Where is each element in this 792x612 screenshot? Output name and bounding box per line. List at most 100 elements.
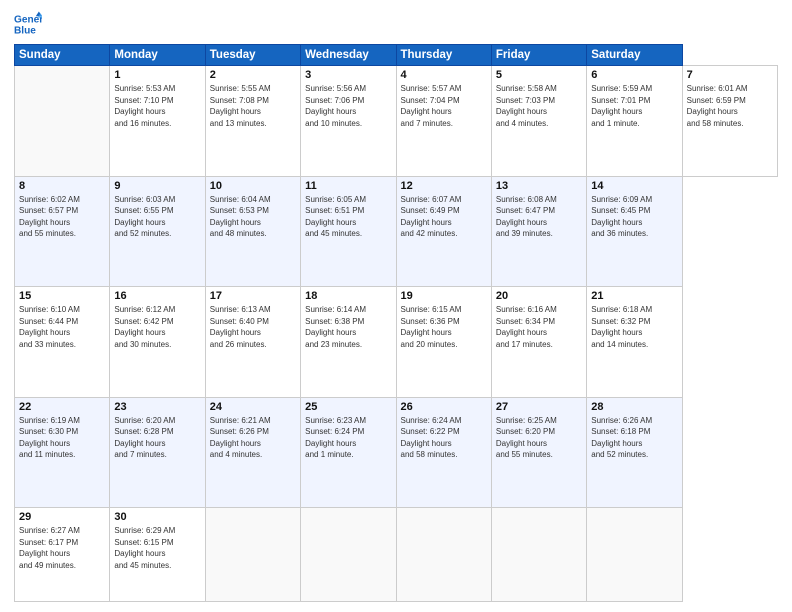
day-info: Sunrise: 5:57 AMSunset: 7:04 PMDaylight …: [401, 84, 462, 128]
day-info: Sunrise: 6:02 AMSunset: 6:57 PMDaylight …: [19, 195, 80, 239]
day-number: 15: [19, 290, 105, 302]
day-cell-18: 18Sunrise: 6:14 AMSunset: 6:38 PMDayligh…: [301, 287, 396, 398]
day-info: Sunrise: 6:19 AMSunset: 6:30 PMDaylight …: [19, 416, 80, 460]
day-cell-24: 24 Sunrise: 6:21 AMSunset: 6:26 PMDayligh…: [205, 397, 300, 508]
calendar-table: SundayMondayTuesdayWednesdayThursdayFrid…: [14, 44, 778, 602]
day-cell-28: 28 Sunrise: 6:26 AMSunset: 6:18 PMDayligh…: [587, 397, 682, 508]
day-number: 5: [496, 69, 582, 81]
day-info: Sunrise: 6:18 AMSunset: 6:32 PMDaylight …: [591, 305, 652, 349]
day-cell-11: 11 Sunrise: 6:05 AMSunset: 6:51 PMDayligh…: [301, 176, 396, 287]
weekday-header-monday: Monday: [110, 45, 205, 66]
day-number: 9: [114, 180, 200, 192]
empty-cell: [15, 66, 110, 177]
day-cell-20: 20 Sunrise: 6:16 AMSunset: 6:34 PMDayligh…: [491, 287, 586, 398]
day-cell-30: 30 Sunrise: 6:29 AMSunset: 6:15 PMDayligh…: [110, 508, 205, 602]
day-number: 19: [401, 290, 487, 302]
logo: General Blue: [14, 10, 42, 38]
day-info: Sunrise: 6:21 AMSunset: 6:26 PMDaylight …: [210, 416, 271, 460]
day-cell-9: 9 Sunrise: 6:03 AMSunset: 6:55 PMDaylight…: [110, 176, 205, 287]
day-number: 17: [210, 290, 296, 302]
header: General Blue: [14, 10, 778, 38]
day-info: Sunrise: 6:20 AMSunset: 6:28 PMDaylight …: [114, 416, 175, 460]
week-row-2: 8 Sunrise: 6:02 AMSunset: 6:57 PMDaylight…: [15, 176, 778, 287]
day-cell-8: 8 Sunrise: 6:02 AMSunset: 6:57 PMDaylight…: [15, 176, 110, 287]
day-info: Sunrise: 6:12 AMSunset: 6:42 PMDaylight …: [114, 305, 175, 349]
day-cell-12: 12 Sunrise: 6:07 AMSunset: 6:49 PMDayligh…: [396, 176, 491, 287]
week-row-3: 15 Sunrise: 6:10 AMSunset: 6:44 PMDayligh…: [15, 287, 778, 398]
day-info: Sunrise: 6:10 AMSunset: 6:44 PMDaylight …: [19, 305, 80, 349]
weekday-header-sunday: Sunday: [15, 45, 110, 66]
day-cell-5: 5 Sunrise: 5:58 AMSunset: 7:03 PMDaylight…: [491, 66, 586, 177]
day-number: 4: [401, 69, 487, 81]
week-row-4: 22 Sunrise: 6:19 AMSunset: 6:30 PMDayligh…: [15, 397, 778, 508]
day-info: Sunrise: 6:29 AMSunset: 6:15 PMDaylight …: [114, 526, 175, 570]
day-info: Sunrise: 6:27 AMSunset: 6:17 PMDaylight …: [19, 526, 80, 570]
day-info: Sunrise: 6:03 AMSunset: 6:55 PMDaylight …: [114, 195, 175, 239]
day-number: 22: [19, 401, 105, 413]
day-cell-3: 3 Sunrise: 5:56 AMSunset: 7:06 PMDaylight…: [301, 66, 396, 177]
weekday-header-friday: Friday: [491, 45, 586, 66]
day-number: 25: [305, 401, 391, 413]
day-cell-25: 25 Sunrise: 6:23 AMSunset: 6:24 PMDayligh…: [301, 397, 396, 508]
day-cell-10: 10Sunrise: 6:04 AMSunset: 6:53 PMDayligh…: [205, 176, 300, 287]
day-number: 3: [305, 69, 391, 81]
day-number: 11: [305, 180, 391, 192]
day-cell-6: 6Sunrise: 5:59 AMSunset: 7:01 PMDaylight…: [587, 66, 682, 177]
day-info: Sunrise: 6:26 AMSunset: 6:18 PMDaylight …: [591, 416, 652, 460]
empty-cell: [491, 508, 586, 602]
day-cell-13: 13 Sunrise: 6:08 AMSunset: 6:47 PMDayligh…: [491, 176, 586, 287]
day-info: Sunrise: 6:23 AMSunset: 6:24 PMDaylight …: [305, 416, 366, 460]
day-info: Sunrise: 5:56 AMSunset: 7:06 PMDaylight …: [305, 84, 366, 128]
day-cell-19: 19 Sunrise: 6:15 AMSunset: 6:36 PMDayligh…: [396, 287, 491, 398]
day-number: 2: [210, 69, 296, 81]
day-cell-22: 22 Sunrise: 6:19 AMSunset: 6:30 PMDayligh…: [15, 397, 110, 508]
day-info: Sunrise: 5:53 AMSunset: 7:10 PMDaylight …: [114, 84, 175, 128]
weekday-header-thursday: Thursday: [396, 45, 491, 66]
day-number: 13: [496, 180, 582, 192]
week-row-5: 29 Sunrise: 6:27 AMSunset: 6:17 PMDayligh…: [15, 508, 778, 602]
day-number: 20: [496, 290, 582, 302]
day-number: 8: [19, 180, 105, 192]
day-cell-16: 16 Sunrise: 6:12 AMSunset: 6:42 PMDayligh…: [110, 287, 205, 398]
day-cell-2: 2Sunrise: 5:55 AMSunset: 7:08 PMDaylight…: [205, 66, 300, 177]
calendar-page: General Blue SundayMondayTuesdayWednesda…: [0, 0, 792, 612]
day-number: 29: [19, 511, 105, 523]
day-cell-14: 14 Sunrise: 6:09 AMSunset: 6:45 PMDayligh…: [587, 176, 682, 287]
day-number: 12: [401, 180, 487, 192]
empty-cell: [205, 508, 300, 602]
day-number: 27: [496, 401, 582, 413]
svg-text:Blue: Blue: [14, 25, 36, 36]
day-info: Sunrise: 6:07 AMSunset: 6:49 PMDaylight …: [401, 195, 462, 239]
empty-cell: [301, 508, 396, 602]
day-number: 30: [114, 511, 200, 523]
day-info: Sunrise: 5:58 AMSunset: 7:03 PMDaylight …: [496, 84, 557, 128]
day-number: 21: [591, 290, 677, 302]
day-info: Sunrise: 6:08 AMSunset: 6:47 PMDaylight …: [496, 195, 557, 239]
day-number: 14: [591, 180, 677, 192]
day-info: Sunrise: 6:14 AMSunset: 6:38 PMDaylight …: [305, 305, 366, 349]
logo-icon: General Blue: [14, 10, 42, 38]
day-info: Sunrise: 6:05 AMSunset: 6:51 PMDaylight …: [305, 195, 366, 239]
day-cell-27: 27Sunrise: 6:25 AMSunset: 6:20 PMDayligh…: [491, 397, 586, 508]
weekday-header-row: SundayMondayTuesdayWednesdayThursdayFrid…: [15, 45, 778, 66]
day-cell-29: 29 Sunrise: 6:27 AMSunset: 6:17 PMDayligh…: [15, 508, 110, 602]
week-row-1: 1 Sunrise: 5:53 AMSunset: 7:10 PMDaylight…: [15, 66, 778, 177]
day-number: 7: [687, 69, 773, 81]
day-cell-21: 21 Sunrise: 6:18 AMSunset: 6:32 PMDayligh…: [587, 287, 682, 398]
day-info: Sunrise: 6:09 AMSunset: 6:45 PMDaylight …: [591, 195, 652, 239]
day-cell-17: 17 Sunrise: 6:13 AMSunset: 6:40 PMDayligh…: [205, 287, 300, 398]
day-cell-26: 26Sunrise: 6:24 AMSunset: 6:22 PMDayligh…: [396, 397, 491, 508]
day-cell-15: 15 Sunrise: 6:10 AMSunset: 6:44 PMDayligh…: [15, 287, 110, 398]
day-info: Sunrise: 6:24 AMSunset: 6:22 PMDaylight …: [401, 416, 462, 460]
day-info: Sunrise: 6:15 AMSunset: 6:36 PMDaylight …: [401, 305, 462, 349]
day-number: 28: [591, 401, 677, 413]
day-cell-1: 1 Sunrise: 5:53 AMSunset: 7:10 PMDaylight…: [110, 66, 205, 177]
day-cell-7: 7 Sunrise: 6:01 AMSunset: 6:59 PMDaylight…: [682, 66, 777, 177]
day-number: 24: [210, 401, 296, 413]
day-number: 1: [114, 69, 200, 81]
day-info: Sunrise: 6:16 AMSunset: 6:34 PMDaylight …: [496, 305, 557, 349]
day-cell-4: 4 Sunrise: 5:57 AMSunset: 7:04 PMDaylight…: [396, 66, 491, 177]
day-info: Sunrise: 6:13 AMSunset: 6:40 PMDaylight …: [210, 305, 271, 349]
day-info: Sunrise: 6:01 AMSunset: 6:59 PMDaylight …: [687, 84, 748, 128]
day-number: 16: [114, 290, 200, 302]
